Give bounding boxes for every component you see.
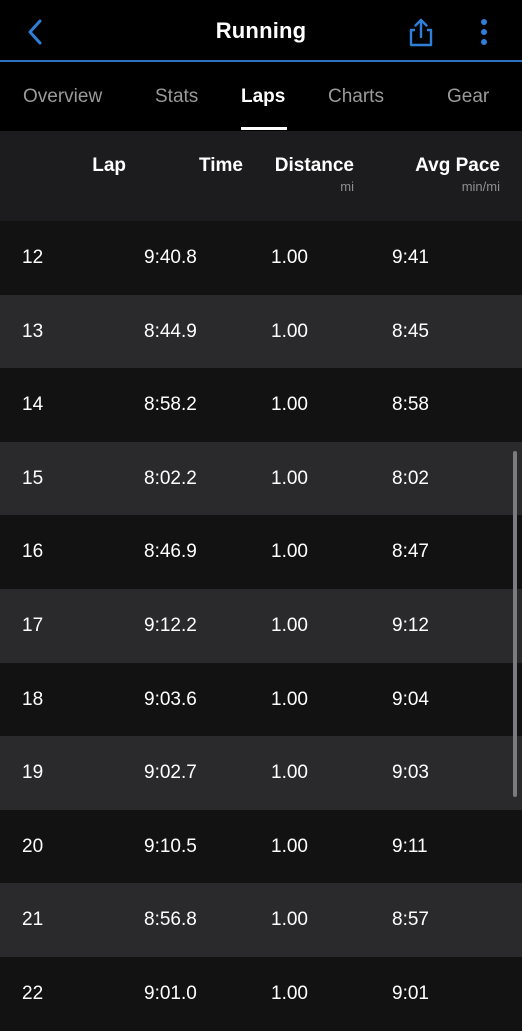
distance-cell: 1.00 [271, 247, 308, 268]
time-cell: 9:40.8 [144, 247, 197, 268]
lap-cell: 14 [22, 394, 44, 416]
pace-cell: 8:45 [392, 320, 429, 342]
table-row[interactable]: 12 9:40.8 1.00 9:41 [0, 221, 522, 295]
distance-cell: 1.00 [271, 541, 308, 563]
column-unit-avg-pace: min/mi [461, 179, 500, 194]
pace-cell: 9:41 [392, 247, 429, 268]
distance-cell: 1.00 [271, 320, 308, 342]
time-cell: 9:03.6 [144, 688, 197, 710]
pace-cell: 8:02 [392, 467, 429, 489]
column-header-lap: Lap [92, 155, 126, 176]
tab-gear[interactable]: Gear [447, 86, 489, 108]
time-cell: 8:46.9 [144, 541, 197, 563]
lap-cell: 22 [22, 982, 44, 1004]
active-tab-indicator [241, 127, 287, 130]
share-icon [409, 18, 433, 47]
distance-cell: 1.00 [271, 688, 308, 710]
distance-cell: 1.00 [271, 394, 308, 416]
share-button[interactable] [404, 14, 438, 50]
pace-cell: 9:11 [392, 835, 428, 857]
lap-cell: 13 [22, 320, 44, 342]
pace-cell: 8:57 [392, 909, 429, 931]
time-cell: 9:02.7 [144, 762, 197, 784]
time-cell: 8:44.9 [144, 320, 197, 342]
pace-cell: 9:12 [392, 614, 429, 636]
table-row[interactable]: 14 8:58.2 1.00 8:58 [0, 368, 522, 442]
table-row[interactable]: 18 9:03.6 1.00 9:04 [0, 662, 522, 737]
tab-bar: Overview Stats Laps Charts Gear [0, 62, 522, 131]
lap-cell: 16 [22, 541, 44, 563]
time-cell: 8:58.2 [144, 394, 197, 416]
distance-cell: 1.00 [271, 909, 308, 931]
lap-cell: 20 [22, 835, 44, 857]
lap-cell: 15 [22, 467, 44, 489]
scrollbar[interactable] [513, 451, 517, 797]
lap-cell: 21 [22, 909, 44, 931]
pace-cell: 8:58 [392, 394, 429, 416]
distance-cell: 1.00 [271, 835, 308, 857]
table-row[interactable]: 21 8:56.8 1.00 8:57 [0, 883, 522, 957]
table-row[interactable]: 15 8:02.2 1.00 8:02 [0, 441, 522, 516]
tab-stats[interactable]: Stats [155, 86, 198, 108]
tab-laps[interactable]: Laps [241, 86, 285, 108]
lap-cell: 19 [22, 762, 44, 784]
tab-overview[interactable]: Overview [23, 86, 102, 108]
column-header-time: Time [198, 155, 243, 176]
table-row[interactable]: 20 9:10.5 1.00 9:11 [0, 809, 522, 884]
time-cell: 9:01.0 [144, 982, 197, 1004]
table-row[interactable]: 22 9:01.0 1.00 9:01 [0, 956, 522, 1031]
tab-charts[interactable]: Charts [328, 86, 384, 108]
column-unit-distance: mi [340, 179, 354, 194]
lap-cell: 18 [22, 688, 44, 710]
more-options-button[interactable] [468, 14, 500, 50]
lap-cell: 12 [22, 247, 44, 268]
time-cell: 9:12.2 [144, 614, 197, 636]
page-title: Running [215, 18, 307, 43]
distance-cell: 1.00 [271, 982, 308, 1004]
top-bar: Running [0, 0, 522, 62]
distance-cell: 1.00 [271, 467, 308, 489]
lap-cell: 17 [22, 614, 44, 636]
table-row[interactable]: 17 9:12.2 1.00 9:12 [0, 588, 522, 663]
column-header-distance: Distance [274, 155, 354, 176]
pace-cell: 9:03 [392, 762, 429, 784]
column-header-avg-pace: Avg Pace [415, 155, 500, 176]
pace-cell: 9:04 [392, 688, 429, 710]
time-cell: 9:10.5 [144, 835, 197, 857]
pace-cell: 9:01 [392, 982, 429, 1004]
time-cell: 8:02.2 [144, 467, 197, 489]
table-row[interactable]: 16 8:46.9 1.00 8:47 [0, 515, 522, 589]
more-vertical-icon [481, 19, 487, 45]
table-row[interactable]: 19 9:02.7 1.00 9:03 [0, 736, 522, 810]
laps-table-body: 12 9:40.8 1.00 9:41 13 8:44.9 1.00 8:45 14 8:58.2… [0, 221, 522, 1031]
time-cell: 8:56.8 [144, 909, 197, 931]
distance-cell: 1.00 [271, 762, 308, 784]
table-row[interactable]: 13 8:44.9 1.00 8:45 [0, 294, 522, 369]
laps-table-header: Lap Time Distance mi Avg Pace min/mi [0, 131, 522, 221]
distance-cell: 1.00 [271, 614, 308, 636]
pace-cell: 8:47 [392, 541, 429, 563]
